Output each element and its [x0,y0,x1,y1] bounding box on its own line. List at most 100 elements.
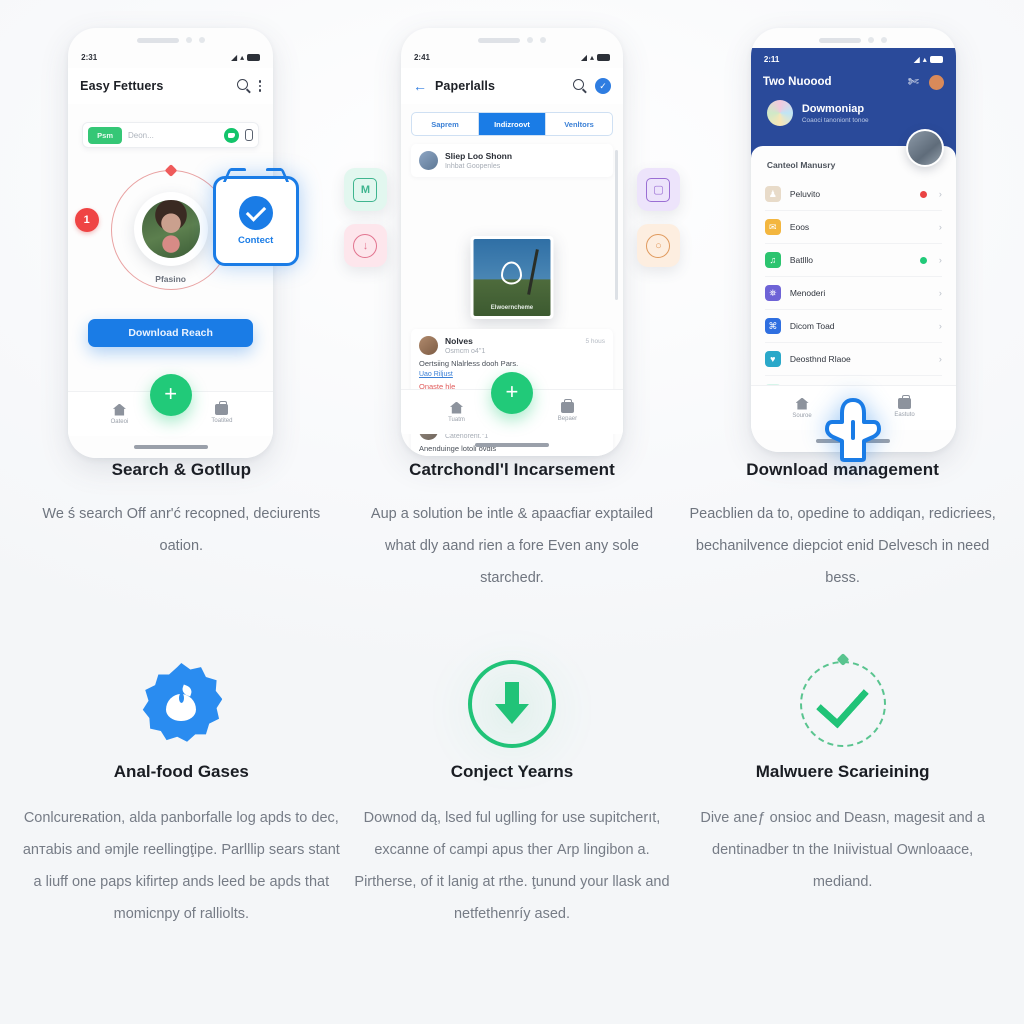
home-indicator [133,445,208,449]
feature-row: Anal-food Gases Conlcureʀation, alda pan… [0,594,1024,930]
list-item-title: Sliep Loo Shonn [444,151,513,161]
music-icon: ♫ [764,252,781,268]
scrollbar-thumb[interactable] [615,150,618,300]
status-time: 2:41 [413,52,430,62]
media-preview-card[interactable]: Elwoerncheme [470,236,554,319]
search-input[interactable]: Deon... [128,131,218,140]
settings-row-label: Menoderi [789,288,826,298]
nav-label: Toatited [211,418,233,424]
list-item-time: 5 hous [585,337,605,345]
feature-icon-wrap [683,653,1003,754]
caption-title: Catrchondl'l Incarsement [409,460,615,479]
settings-row[interactable]: ⌘ Dicom Toad › [764,310,942,343]
microphone-icon[interactable] [245,129,254,141]
mountain-image-icon[interactable]: M [343,168,387,211]
checkmark-icon [816,673,870,729]
pole-shape [527,249,539,295]
list-item-subtitle: Inhbat Goopenles [444,163,501,170]
media-thumbnail: Elwoerncheme [473,239,551,316]
chevron-right-icon: › [938,255,942,265]
settings-row[interactable]: ✉ Eoos › [764,211,942,244]
download-reach-button[interactable]: Download Reach [88,319,254,347]
notification-badge: 1 [74,208,99,232]
briefcase-icon [560,399,574,413]
avatar[interactable] [928,74,944,90]
segment-tab-0[interactable]: Saprem [412,113,479,135]
avatar [418,151,438,170]
shield-icon[interactable]: ✓ [594,78,611,94]
settings-row-label: Peluvito [789,189,821,199]
add-fab-button[interactable]: + [149,374,192,416]
nav-item-briefcase[interactable]: Bepaer [540,399,594,422]
nav-item-briefcase[interactable]: Eastuto [878,395,932,418]
camera-dot [868,37,875,43]
header-toolbar: Two Nuoood ✄ [763,74,944,90]
nav-item-briefcase[interactable]: Toatited [195,401,249,424]
back-arrow-icon[interactable]: ← [413,78,427,94]
sensor-dot [881,37,888,43]
status-icons: ◢ ▴ [230,52,261,62]
nav-label: Bepaer [557,416,578,422]
send-bubble-icon[interactable] [224,127,240,143]
sparkle-icon [836,653,850,666]
feature-icon-wrap [21,654,341,754]
caption-body: We ś search Off anr'ć recopned, deciuren… [42,506,321,554]
profile-block[interactable]: Dowmoniap Coaoci tanoniont tonoe [766,100,869,126]
search-icon[interactable] [236,79,251,93]
settings-row[interactable]: ♟ Peluvito › [764,178,942,211]
chevron-right-icon: › [938,189,942,199]
scissors-icon[interactable]: ✄ [908,74,919,90]
floating-avatar[interactable] [905,129,944,167]
phone-2-content: Saprem Indizroovt Venltors Sliep Loo Sho… [400,104,623,456]
add-fab-button[interactable]: + [490,372,533,414]
connect-chip[interactable]: Contect [212,168,299,266]
pawn-icon: ♟ [764,186,781,202]
feature-title: Malwuere Scarieining [755,762,930,781]
segmented-control[interactable]: Saprem Indizroovt Venltors [410,112,613,136]
segment-tab-2[interactable]: Venltors [546,113,612,135]
wifi-icon: ◢ [230,52,238,62]
chevron-right-icon: › [938,354,942,364]
nav-item-home[interactable]: Oateoi [92,403,146,425]
download-glyph: ↓ [353,233,378,258]
settings-row[interactable]: ⛯ Menoderi › [764,277,942,310]
phone-mockup-row: 2:31 ◢ ▴ Easy Fettuers Psm Deon... 1 Pfa… [0,0,1024,462]
download-circle-icon[interactable]: ↓ [343,224,387,267]
caption-block-1: Search & Gotllup We ś search Off anr'ć r… [26,460,336,594]
group-people-icon[interactable]: ○ [636,224,680,267]
settings-row[interactable]: ♥ Deosthnd Rlaoe › [764,343,942,376]
list-item-title: Nolves [444,336,473,346]
settings-row-label: Dicom Toad [789,321,835,331]
list-item-subtitle: Osmcm o4''1 [444,348,486,355]
speaker-bar [477,37,520,43]
avatar[interactable] [133,192,208,266]
speaker-bar [819,37,862,43]
phone-speaker-notch [136,37,205,43]
nav-item-home[interactable]: Souroe [775,397,829,419]
overflow-menu-icon[interactable] [258,80,262,92]
app-bar-2: ← Paperlalls ✓ [400,68,623,104]
media-caption: Elwoerncheme [490,305,534,311]
check-circle-icon [238,196,273,230]
battery-icon [596,53,610,61]
photo-frame-icon[interactable]: ▢ [636,168,680,211]
nav-item-home[interactable]: Tuatm [429,401,483,423]
search-icon[interactable] [572,79,587,93]
phone-speaker-notch [477,37,546,43]
briefcase-icon [898,395,912,409]
search-field-row[interactable]: Psm Deon... [82,122,260,148]
caption-block-3: Download management Peacblien da to, ope… [688,460,998,594]
nav-label: Souroe [792,412,812,419]
list-item[interactable]: Sliep Loo Shonn Inhbat Goopenles [410,144,613,177]
camera-dot [526,37,533,43]
heart-icon: ♥ [764,351,781,367]
status-dot-red [919,190,927,198]
status-icons: ◢ ▴ [914,55,943,64]
search-tag-button[interactable]: Psm [88,126,122,144]
battery-icon [929,55,943,63]
location-pin-icon [501,261,523,285]
chevron-right-icon: › [938,288,942,298]
segment-tab-1[interactable]: Indizroovt [478,113,546,135]
feature-block-1: Anal-food Gases Conlcureʀation, alda pan… [21,654,341,930]
settings-row[interactable]: ♫ Batlllo › [764,244,942,277]
